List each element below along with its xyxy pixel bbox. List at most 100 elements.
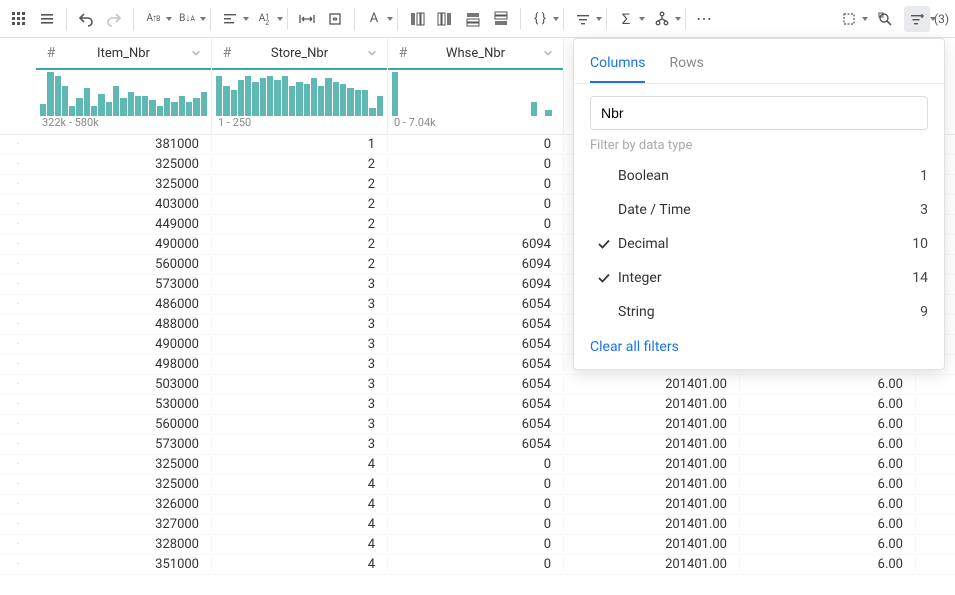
- cell[interactable]: 201401.00: [564, 497, 740, 512]
- column-search-input[interactable]: [590, 96, 928, 130]
- cell[interactable]: 486000: [36, 297, 212, 312]
- cell[interactable]: 4: [212, 517, 388, 532]
- number-format-icon[interactable]: A12: [251, 6, 277, 32]
- column-width-icon[interactable]: [322, 6, 348, 32]
- grid-view-icon[interactable]: [6, 6, 32, 32]
- cell[interactable]: 6054: [388, 337, 564, 352]
- cell[interactable]: 0: [388, 517, 564, 532]
- cell[interactable]: 560000: [36, 257, 212, 272]
- code-braces-icon[interactable]: { }: [527, 6, 553, 32]
- table-row[interactable]: ·32800040201401.006.00: [0, 535, 955, 555]
- table-row[interactable]: ·50300036054201401.006.00: [0, 375, 955, 395]
- cell[interactable]: 325000: [36, 477, 212, 492]
- cell[interactable]: 325000: [36, 157, 212, 172]
- cell[interactable]: 6054: [388, 417, 564, 432]
- cell[interactable]: 503000: [36, 377, 212, 392]
- data-type-filter-row[interactable]: Decimal10: [590, 227, 928, 261]
- insert-row-below-icon[interactable]: [488, 6, 514, 32]
- cell[interactable]: 3: [212, 377, 388, 392]
- cell[interactable]: 3: [212, 437, 388, 452]
- table-row[interactable]: ·32700040201401.006.00: [0, 515, 955, 535]
- cell[interactable]: 4: [212, 477, 388, 492]
- cell[interactable]: 201401.00: [564, 457, 740, 472]
- zoom-tool-icon[interactable]: [872, 6, 898, 32]
- align-left-icon[interactable]: [217, 6, 243, 32]
- table-row[interactable]: ·32500040201401.006.00: [0, 475, 955, 495]
- cell[interactable]: 325000: [36, 177, 212, 192]
- column-filter-icon[interactable]: [904, 6, 930, 32]
- chevron-down-icon[interactable]: [541, 46, 555, 60]
- data-type-filter-row[interactable]: Date / Time3: [590, 193, 928, 227]
- tab-rows[interactable]: Rows: [669, 49, 703, 83]
- cell[interactable]: 530000: [36, 397, 212, 412]
- cell[interactable]: 4: [212, 537, 388, 552]
- cell[interactable]: 2: [212, 197, 388, 212]
- data-type-filter-row[interactable]: Integer14: [590, 261, 928, 295]
- cell[interactable]: 2: [212, 177, 388, 192]
- cell[interactable]: 3: [212, 277, 388, 292]
- cell[interactable]: 0: [388, 477, 564, 492]
- cell[interactable]: 0: [388, 537, 564, 552]
- cell[interactable]: 201401.00: [564, 377, 740, 392]
- cell[interactable]: 0: [388, 177, 564, 192]
- cell[interactable]: 201401.00: [564, 417, 740, 432]
- cell[interactable]: 328000: [36, 537, 212, 552]
- cell[interactable]: 0: [388, 197, 564, 212]
- cell[interactable]: 6.00: [740, 457, 916, 472]
- cell[interactable]: 498000: [36, 357, 212, 372]
- cell[interactable]: 3: [212, 337, 388, 352]
- filter-icon[interactable]: [570, 6, 596, 32]
- cell[interactable]: 327000: [36, 517, 212, 532]
- chevron-down-icon[interactable]: [365, 46, 379, 60]
- cell[interactable]: 560000: [36, 417, 212, 432]
- cell[interactable]: 6.00: [740, 517, 916, 532]
- cell[interactable]: 0: [388, 217, 564, 232]
- cell[interactable]: 0: [388, 557, 564, 572]
- cell[interactable]: 325000: [36, 457, 212, 472]
- cell[interactable]: 3: [212, 417, 388, 432]
- cell[interactable]: 0: [388, 137, 564, 152]
- cell[interactable]: 326000: [36, 497, 212, 512]
- cell[interactable]: 4: [212, 457, 388, 472]
- tab-columns[interactable]: Columns: [590, 49, 645, 83]
- sigma-icon[interactable]: Σ: [613, 6, 639, 32]
- cell[interactable]: 573000: [36, 437, 212, 452]
- cell[interactable]: 2: [212, 237, 388, 252]
- cell[interactable]: 351000: [36, 557, 212, 572]
- cell[interactable]: 3: [212, 357, 388, 372]
- table-row[interactable]: ·57300036054201401.006.00: [0, 435, 955, 455]
- cell[interactable]: 6.00: [740, 377, 916, 392]
- cell[interactable]: 573000: [36, 277, 212, 292]
- cell[interactable]: 6054: [388, 357, 564, 372]
- cell[interactable]: 6.00: [740, 557, 916, 572]
- insert-col-left-icon[interactable]: [404, 6, 430, 32]
- cell[interactable]: 6.00: [740, 537, 916, 552]
- undo-icon[interactable]: [73, 6, 99, 32]
- cell[interactable]: 381000: [36, 137, 212, 152]
- cell[interactable]: 6.00: [740, 397, 916, 412]
- cell[interactable]: 0: [388, 157, 564, 172]
- table-row[interactable]: ·32600040201401.006.00: [0, 495, 955, 515]
- cell[interactable]: 6054: [388, 437, 564, 452]
- more-icon[interactable]: ⋯: [692, 6, 718, 32]
- cell[interactable]: 6094: [388, 277, 564, 292]
- cell[interactable]: 6054: [388, 397, 564, 412]
- cell[interactable]: 0: [388, 457, 564, 472]
- cell[interactable]: 490000: [36, 337, 212, 352]
- cell[interactable]: 201401.00: [564, 437, 740, 452]
- table-row[interactable]: ·35100040201401.006.00: [0, 555, 955, 575]
- cell[interactable]: 6094: [388, 257, 564, 272]
- cell[interactable]: 6094: [388, 237, 564, 252]
- cell[interactable]: 6054: [388, 297, 564, 312]
- cell[interactable]: 201401.00: [564, 477, 740, 492]
- column-header[interactable]: #Whse_Nbr: [388, 38, 563, 68]
- insert-row-above-icon[interactable]: [460, 6, 486, 32]
- cell[interactable]: 3: [212, 397, 388, 412]
- cell[interactable]: 6.00: [740, 477, 916, 492]
- cell[interactable]: 3: [212, 297, 388, 312]
- selection-tool-icon[interactable]: [836, 6, 862, 32]
- cell[interactable]: 201401.00: [564, 537, 740, 552]
- cell[interactable]: 201401.00: [564, 517, 740, 532]
- cell[interactable]: 4: [212, 497, 388, 512]
- cell[interactable]: 6.00: [740, 417, 916, 432]
